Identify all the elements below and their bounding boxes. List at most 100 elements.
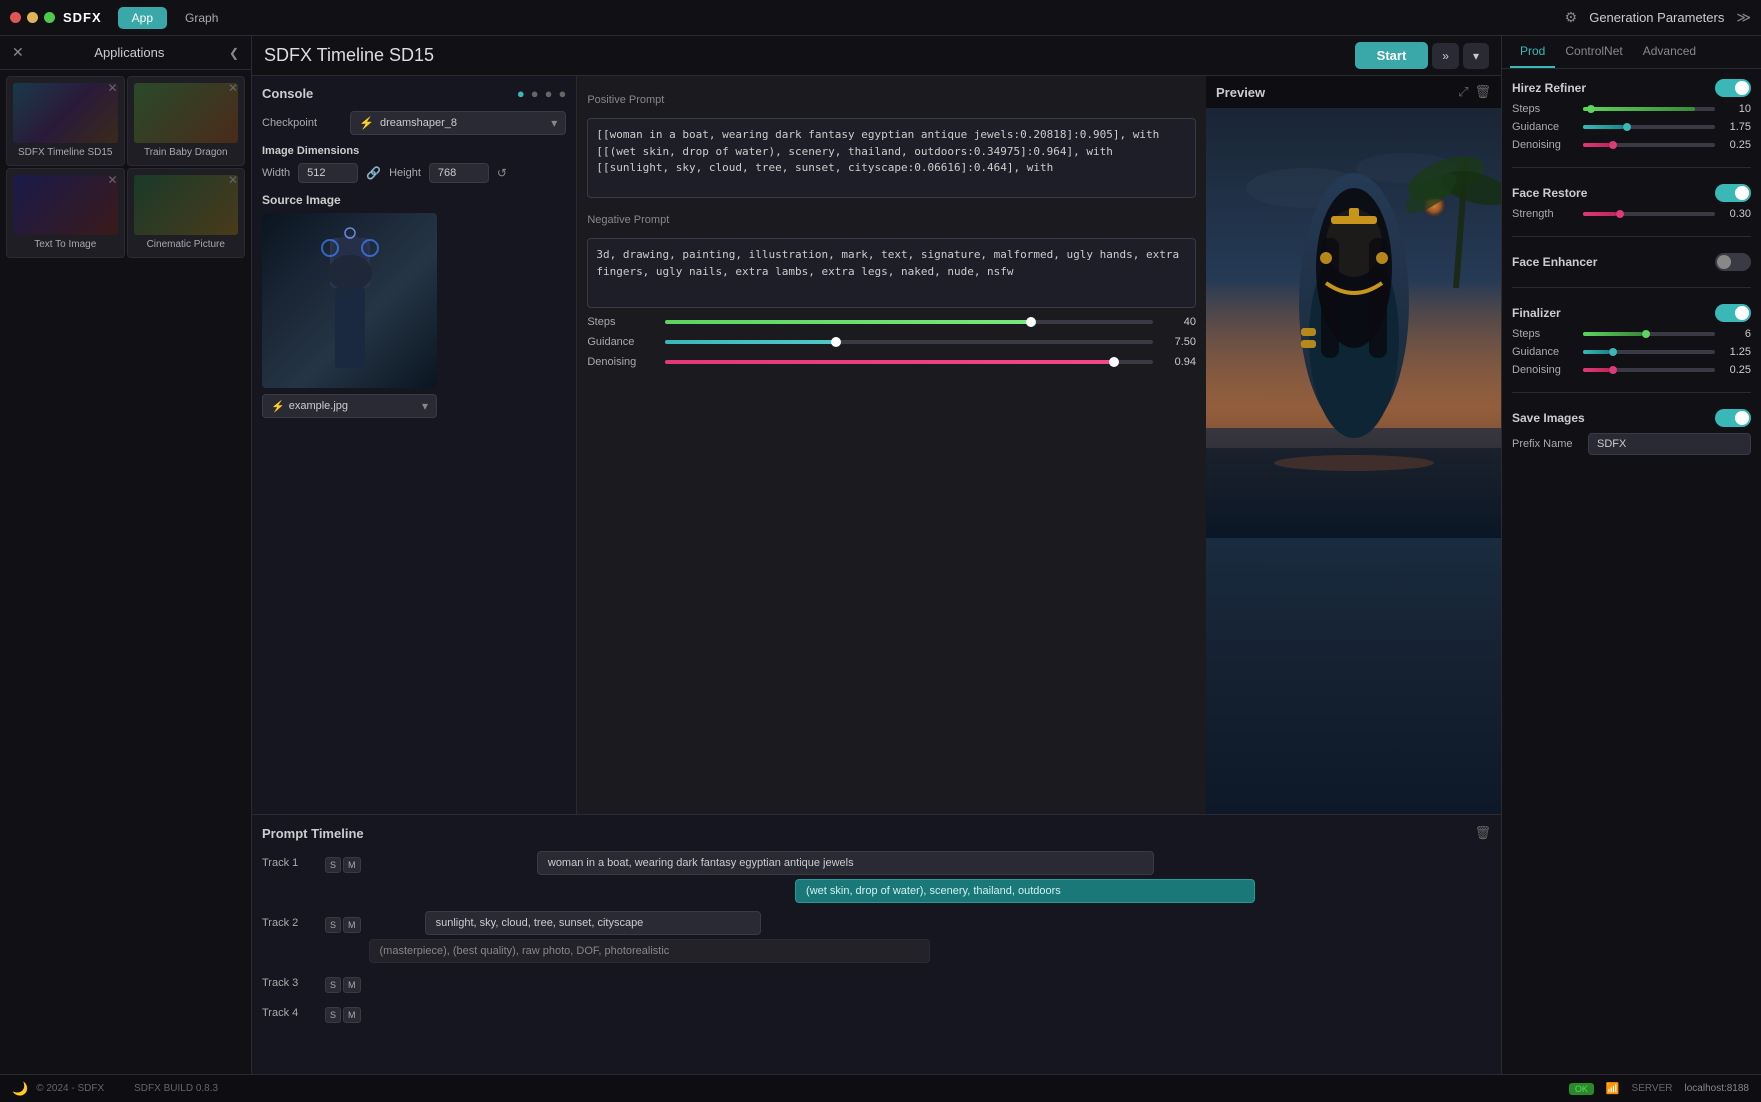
bottom-bar: 🌙 © 2024 - SDFX SDFX BUILD 0.8.3 OK 📶 SE… <box>0 1074 1761 1102</box>
settings-icon[interactable]: ⚙ <box>1565 9 1578 26</box>
width-input[interactable] <box>298 163 358 183</box>
steps-slider-row: Steps 40 <box>587 316 1196 328</box>
finalizer-guidance-fill <box>1583 350 1609 354</box>
tab-controlnet[interactable]: ControlNet <box>1555 36 1632 68</box>
height-input[interactable] <box>429 163 489 183</box>
track-1-s-btn[interactable]: S <box>325 857 341 873</box>
track-4-m-btn[interactable]: M <box>343 1007 361 1023</box>
source-image-select[interactable]: ⚡ example.jpg ▾ <box>262 394 437 418</box>
track-2-segment-2[interactable]: (masterpiece), (best quality), raw photo… <box>369 939 930 963</box>
guidance-slider-track[interactable] <box>665 340 1153 344</box>
timeline-panel: Prompt Timeline 🗑 Track 1 S M woman in a… <box>252 814 1501 1074</box>
prefix-input[interactable] <box>1588 433 1751 455</box>
card-close-icon[interactable]: ✕ <box>228 81 238 95</box>
card-close-icon[interactable]: ✕ <box>107 173 117 187</box>
face-enhancer-toggle[interactable] <box>1715 253 1751 271</box>
source-image-content <box>262 213 437 388</box>
console-dot-gray2-icon[interactable]: ● <box>545 86 553 101</box>
hirez-denoising-track[interactable] <box>1583 143 1715 147</box>
finalizer-section: Finalizer Steps 6 Guidance <box>1512 304 1751 376</box>
positive-prompt-input[interactable]: [[woman in a boat, wearing dark fantasy … <box>587 118 1196 198</box>
track-3-buttons: S M <box>325 973 361 993</box>
nav-graph-btn[interactable]: Graph <box>171 7 232 29</box>
track-2-segment-1[interactable]: sunlight, sky, cloud, tree, sunset, city… <box>425 911 762 935</box>
finalizer-steps-value: 6 <box>1721 328 1751 340</box>
card-close-icon[interactable]: ✕ <box>228 173 238 187</box>
card-label: Cinematic Picture <box>134 239 239 250</box>
checkpoint-select[interactable]: ⚡ dreamshaper_8 ▾ <box>350 111 566 135</box>
track-1-segment-2[interactable]: (wet skin, drop of water), scenery, thai… <box>795 879 1255 903</box>
face-enhancer-title: Face Enhancer <box>1512 255 1597 269</box>
refresh-icon[interactable]: ↺ <box>497 166 507 180</box>
sidebar-card-cinematic[interactable]: ✕ Cinematic Picture <box>127 168 246 258</box>
app-logo: SDFX <box>63 10 102 25</box>
hirez-refiner-toggle[interactable] <box>1715 79 1751 97</box>
sidebar-card-train[interactable]: ✕ Train Baby Dragon <box>127 76 246 166</box>
negative-prompt-input[interactable]: 3d, drawing, painting, illustration, mar… <box>587 238 1196 308</box>
close-dot[interactable] <box>10 12 21 23</box>
track-3-m-btn[interactable]: M <box>343 977 361 993</box>
finalizer-steps-fill <box>1583 332 1642 336</box>
track-4-s-btn[interactable]: S <box>325 1007 341 1023</box>
denoising-slider-track[interactable] <box>665 360 1153 364</box>
down-arrow-btn[interactable]: ▾ <box>1463 43 1489 69</box>
moon-icon[interactable]: 🌙 <box>12 1081 28 1097</box>
sidebar-card-text-to-image[interactable]: ✕ Text To Image <box>6 168 125 258</box>
save-images-section: Save Images Prefix Name <box>1512 409 1751 455</box>
track-1-buttons: S M <box>325 853 361 873</box>
finalizer-guidance-track[interactable] <box>1583 350 1715 354</box>
prefix-row: Prefix Name <box>1512 433 1751 455</box>
steps-slider-track[interactable] <box>665 320 1153 324</box>
track-1-m-btn[interactable]: M <box>343 857 361 873</box>
nav-app-btn[interactable]: App <box>118 7 167 29</box>
track-3-s-btn[interactable]: S <box>325 977 341 993</box>
preview-expand-icon[interactable]: ⤢ <box>1458 84 1468 100</box>
height-label: Height <box>389 167 421 179</box>
face-restore-toggle[interactable] <box>1715 184 1751 202</box>
card-close-icon[interactable]: ✕ <box>107 81 117 95</box>
source-img-select-icon: ⚡ <box>271 400 285 413</box>
track-2-m-btn[interactable]: M <box>343 917 361 933</box>
hirez-guidance-track[interactable] <box>1583 125 1715 129</box>
localhost-text: localhost:8188 <box>1685 1083 1750 1094</box>
sidebar: ✕ Applications ❮ ✕ SDFX Timeline SD15 ✕ … <box>0 36 252 1074</box>
top-bar: SDFX App Graph ⚙ Generation Parameters ≫ <box>0 0 1761 36</box>
hirez-steps-track[interactable] <box>1583 107 1715 111</box>
sidebar-close-icon[interactable]: ✕ <box>12 44 24 61</box>
start-button[interactable]: Start <box>1355 42 1429 69</box>
right-panel-content: Hirez Refiner Steps 10 Guidance <box>1502 69 1761 465</box>
maximize-dot[interactable] <box>44 12 55 23</box>
finalizer-toggle[interactable] <box>1715 304 1751 322</box>
forward-arrow-btn[interactable]: » <box>1432 43 1459 69</box>
steps-slider-fill <box>665 320 1031 324</box>
console-panel: Console ● ● ● ● Checkpoint ⚡ dreamshaper… <box>252 76 577 814</box>
track-2-s-btn[interactable]: S <box>325 917 341 933</box>
minimize-dot[interactable] <box>27 12 38 23</box>
console-dot-blue-icon[interactable]: ● <box>517 86 525 101</box>
source-image-figure <box>300 218 400 383</box>
finalizer-steps-track[interactable] <box>1583 332 1715 336</box>
face-restore-strength-track[interactable] <box>1583 212 1715 216</box>
track-1-segment-1[interactable]: woman in a boat, wearing dark fantasy eg… <box>537 851 1154 875</box>
preview-trash-icon[interactable]: 🗑 <box>1474 84 1491 100</box>
console-dot-gray3-icon[interactable]: ● <box>558 86 566 101</box>
build-text: SDFX BUILD 0.8.3 <box>134 1083 218 1094</box>
source-img-filename: example.jpg <box>289 400 422 412</box>
sidebar-card-sdfx[interactable]: ✕ SDFX Timeline SD15 <box>6 76 125 166</box>
sidebar-chevron-icon[interactable]: ❮ <box>229 46 239 60</box>
face-restore-strength-fill <box>1583 212 1616 216</box>
tab-prod[interactable]: Prod <box>1510 36 1555 68</box>
status-badge: OK <box>1569 1083 1594 1095</box>
server-label: SERVER <box>1632 1083 1673 1094</box>
sidebar-header: ✕ Applications ❮ <box>0 36 251 70</box>
tab-advanced[interactable]: Advanced <box>1633 36 1706 68</box>
hirez-guidance-label: Guidance <box>1512 121 1577 133</box>
save-images-toggle[interactable] <box>1715 409 1751 427</box>
prefix-label: Prefix Name <box>1512 438 1582 450</box>
timeline-trash-icon[interactable]: 🗑 <box>1474 825 1491 841</box>
console-dot-gray1-icon[interactable]: ● <box>531 86 539 101</box>
guidance-slider-row: Guidance 7.50 <box>587 336 1196 348</box>
hirez-guidance-row: Guidance 1.75 <box>1512 121 1751 133</box>
finalizer-denoising-track[interactable] <box>1583 368 1715 372</box>
expand-icon[interactable]: ≫ <box>1736 9 1751 26</box>
